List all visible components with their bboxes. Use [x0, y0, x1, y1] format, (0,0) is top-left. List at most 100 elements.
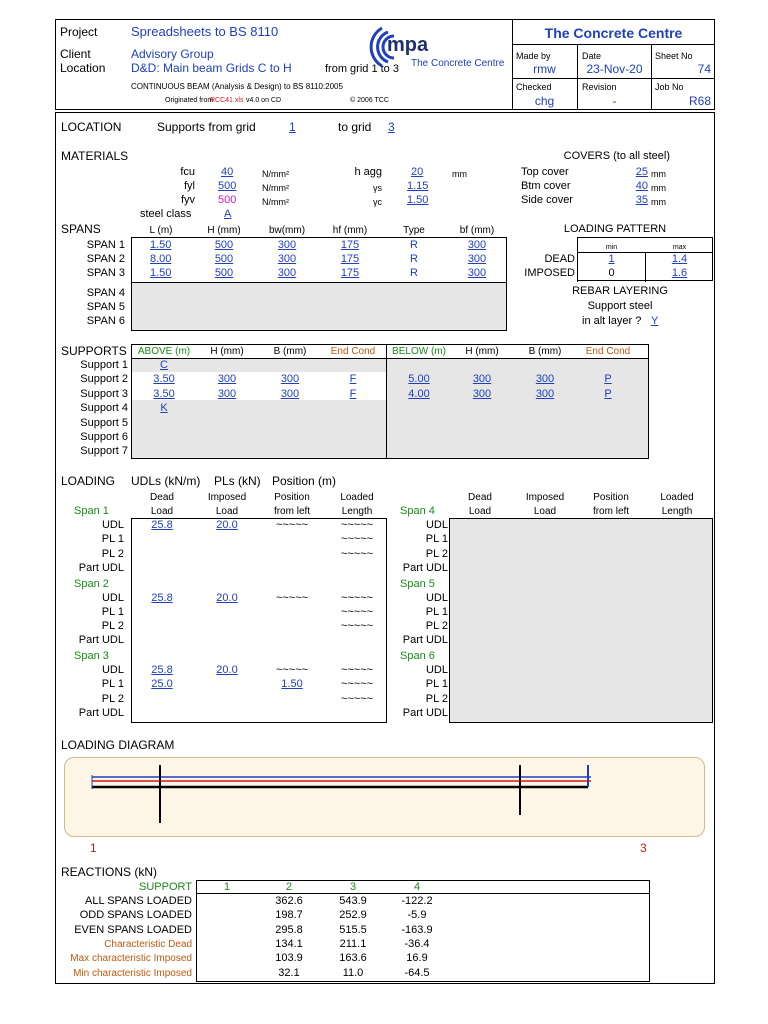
- span-cell[interactable]: R: [384, 253, 444, 266]
- sheet-value: 74: [697, 62, 711, 76]
- loading-col-header: from left: [592, 506, 630, 517]
- hagg-value[interactable]: 20: [411, 166, 423, 179]
- imposed-min[interactable]: 0: [578, 267, 645, 280]
- span-cell[interactable]: 175: [320, 239, 380, 252]
- loading-cell[interactable]: ~~~~~: [261, 519, 323, 532]
- loading-cell[interactable]: ~~~~~: [326, 533, 388, 546]
- gamma-s-value[interactable]: 1.15: [407, 180, 428, 193]
- gamma-c-value[interactable]: 1.50: [407, 194, 428, 207]
- span-cell[interactable]: 300: [447, 253, 507, 266]
- support-cell[interactable]: 300: [451, 373, 513, 386]
- loading-cell[interactable]: 25.8: [131, 664, 193, 677]
- support-cell[interactable]: K: [133, 402, 195, 415]
- subtitle: CONTINUOUS BEAM (Analysis & Design) to B…: [131, 82, 343, 91]
- reaction-cell: -36.4: [404, 937, 430, 950]
- loading-row-label: PL 2: [101, 692, 124, 705]
- loading-cell[interactable]: ~~~~~: [261, 664, 323, 677]
- date-value: 23-Nov-20: [586, 62, 643, 76]
- loading-cell[interactable]: 25.8: [131, 519, 193, 532]
- span-cell[interactable]: 300: [257, 267, 317, 280]
- sheet-label: Sheet No: [655, 51, 693, 61]
- loading-row-label: Part UDL: [78, 561, 124, 574]
- support-cell[interactable]: 3.50: [133, 388, 195, 401]
- support-cell[interactable]: F: [322, 388, 384, 401]
- spans-col-header: H (mm): [207, 225, 241, 236]
- span-cell[interactable]: 300: [257, 239, 317, 252]
- fy-value[interactable]: 500: [218, 180, 236, 193]
- fy-unit: N/mm²: [262, 183, 289, 193]
- span-cell[interactable]: 300: [447, 239, 507, 252]
- span-cell[interactable]: R: [384, 267, 444, 280]
- span-cell[interactable]: 500: [194, 253, 254, 266]
- checked-value: chg: [534, 94, 555, 108]
- loading-cell[interactable]: ~~~~~: [326, 592, 388, 605]
- span-cell[interactable]: 1.50: [150, 267, 171, 280]
- loading-cell[interactable]: 20.0: [196, 592, 258, 605]
- loading-cell[interactable]: 1.50: [261, 678, 323, 691]
- steel-class-value[interactable]: A: [224, 208, 231, 221]
- diagram-left-grid: 1: [90, 841, 97, 855]
- imposed-max[interactable]: 1.6: [646, 267, 713, 280]
- udl-units: UDLs (kN/m): [131, 474, 201, 488]
- support-cell[interactable]: 300: [259, 388, 321, 401]
- support-cell[interactable]: 300: [259, 373, 321, 386]
- support-cell[interactable]: 4.00: [388, 388, 450, 401]
- gamma-c-label: γc: [373, 197, 382, 207]
- support-cell[interactable]: 300: [196, 388, 258, 401]
- span-cell[interactable]: 300: [447, 267, 507, 280]
- loading-cell[interactable]: ~~~~~: [326, 620, 388, 633]
- dead-max[interactable]: 1.4: [646, 253, 713, 266]
- support-cell[interactable]: P: [577, 388, 639, 401]
- steel-class-label: steel class: [140, 208, 192, 220]
- top-cover-value[interactable]: 25: [620, 166, 648, 179]
- loading-cell[interactable]: 20.0: [196, 664, 258, 677]
- loading-cell[interactable]: ~~~~~: [326, 664, 388, 677]
- logo-text: mpa: [387, 34, 429, 56]
- loading-row-label: Part UDL: [78, 706, 124, 719]
- beam-diagram-icon: [91, 765, 591, 823]
- loading-cell[interactable]: ~~~~~: [326, 678, 388, 691]
- loading-span-label: Span 5: [400, 577, 435, 590]
- side-cover-value[interactable]: 35: [620, 194, 648, 207]
- fy-label: fyl: [184, 180, 195, 192]
- loading-cell[interactable]: ~~~~~: [326, 606, 388, 619]
- span-cell[interactable]: 8.00: [150, 253, 171, 266]
- loading-cell[interactable]: ~~~~~: [261, 592, 323, 605]
- loading-cell[interactable]: ~~~~~: [326, 693, 388, 706]
- span-cell[interactable]: 500: [194, 239, 254, 252]
- span-cell[interactable]: R: [384, 239, 444, 252]
- supports-label: SUPPORTS: [61, 344, 127, 358]
- support-cell[interactable]: 3.50: [133, 373, 195, 386]
- dead-min[interactable]: 1: [578, 253, 645, 266]
- span-cell[interactable]: 1.50: [150, 239, 171, 252]
- loading-cell[interactable]: 20.0: [196, 519, 258, 532]
- location-value: D&D: Main beam Grids C to H: [131, 61, 292, 75]
- loading-cell[interactable]: 25.8: [131, 592, 193, 605]
- support-cell[interactable]: 5.00: [388, 373, 450, 386]
- span-cell[interactable]: 500: [194, 267, 254, 280]
- from-grid-value[interactable]: 1: [289, 121, 296, 134]
- span-cell[interactable]: 300: [257, 253, 317, 266]
- fcu-value[interactable]: 40: [221, 166, 233, 179]
- btm-cover-value[interactable]: 40: [620, 180, 648, 193]
- support-cell[interactable]: P: [577, 373, 639, 386]
- supports-table: [131, 344, 649, 459]
- span-cell[interactable]: 175: [320, 267, 380, 280]
- loading-cell[interactable]: ~~~~~: [326, 548, 388, 561]
- to-grid-value[interactable]: 3: [388, 121, 395, 134]
- alt-layer-value[interactable]: Y: [651, 315, 658, 328]
- support-cell[interactable]: 300: [451, 388, 513, 401]
- span-row-label: SPAN 4: [86, 287, 125, 299]
- supports-col-header: End Cond: [585, 346, 631, 357]
- loading-cell[interactable]: 25.0: [131, 678, 193, 691]
- loading-cell[interactable]: ~~~~~: [326, 519, 388, 532]
- support-cell[interactable]: F: [322, 373, 384, 386]
- span-cell[interactable]: 175: [320, 253, 380, 266]
- support-cell[interactable]: C: [133, 359, 195, 372]
- support-row-label: Support 4: [80, 402, 128, 415]
- reaction-cell: 163.6: [339, 952, 367, 965]
- support-cell[interactable]: 300: [514, 388, 576, 401]
- fyv-value[interactable]: 500: [218, 194, 236, 207]
- support-cell[interactable]: 300: [514, 373, 576, 386]
- support-cell[interactable]: 300: [196, 373, 258, 386]
